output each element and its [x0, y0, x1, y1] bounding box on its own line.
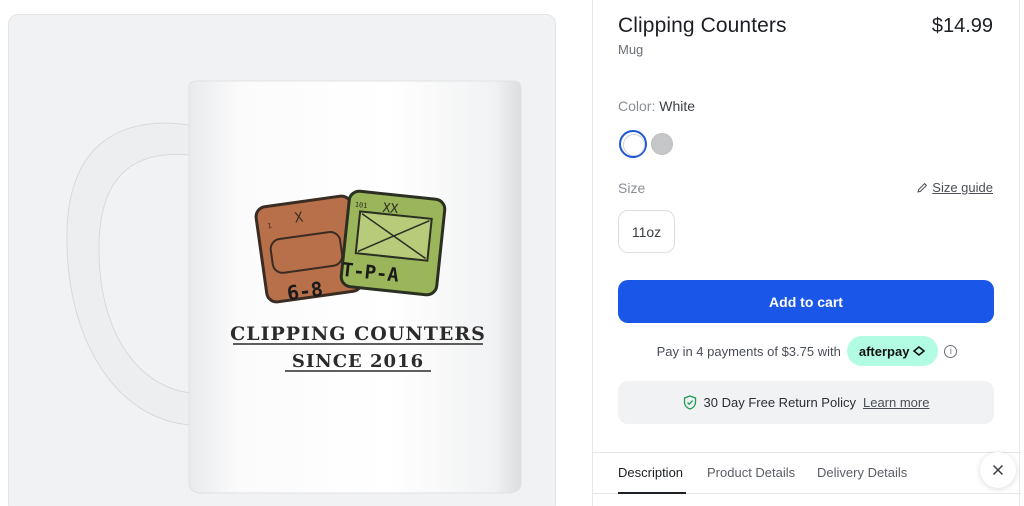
color-swatch-gray[interactable]	[651, 133, 673, 155]
product-type: Mug	[618, 42, 644, 57]
afterpay-arrows-icon	[913, 346, 926, 356]
afterpay-badge[interactable]: afterpay	[846, 336, 939, 366]
color-swatch-white[interactable]	[619, 130, 647, 158]
afterpay-badge-label: afterpay	[858, 343, 910, 359]
mug-text-line1: CLIPPING COUNTERS	[230, 323, 486, 345]
selected-color: White	[659, 98, 696, 114]
close-icon	[992, 464, 1004, 476]
counter-left-label: 6-8	[285, 277, 324, 306]
size-guide-link[interactable]: Size guide	[916, 180, 993, 195]
size-option-11oz[interactable]: 11oz	[618, 210, 675, 253]
product-title: Clipping Counters	[618, 14, 787, 37]
counter-right-number: 101	[354, 201, 367, 210]
shield-check-icon	[683, 395, 696, 410]
afterpay-line: Pay in 4 payments of $3.75 with afterpay…	[593, 336, 1021, 366]
afterpay-text: Pay in 4 payments of $3.75 with	[656, 343, 841, 359]
add-to-cart-button[interactable]: Add to cart	[618, 280, 994, 323]
tab-delivery-details[interactable]: Delivery Details	[817, 465, 907, 480]
size-label: Size	[618, 180, 646, 196]
pencil-icon	[917, 182, 928, 193]
close-button[interactable]	[980, 452, 1016, 488]
product-price: $14.99	[931, 15, 993, 37]
active-tab-indicator	[618, 492, 686, 494]
color-label: Color: White	[618, 98, 696, 114]
return-policy-text: 30 Day Free Return Policy	[703, 395, 856, 410]
return-policy-box: 30 Day Free Return Policy Learn more	[618, 381, 994, 424]
svg-text:XX: XX	[382, 201, 399, 218]
product-tabs: Description Product Details Delivery Det…	[593, 452, 1021, 494]
product-image-panel: X 1 6-8 XX 101 T-P-A CLIPPING COUNTERS S…	[8, 14, 556, 506]
tab-product-details[interactable]: Product Details	[707, 465, 795, 480]
mug-text-line2: SINCE 2016	[292, 351, 424, 372]
learn-more-link[interactable]: Learn more	[863, 395, 929, 410]
size-guide-label: Size guide	[932, 180, 993, 195]
mug-image: X 1 6-8 XX 101 T-P-A CLIPPING COUNTERS S…	[66, 80, 522, 494]
tab-description[interactable]: Description	[618, 465, 683, 480]
info-icon[interactable]: i	[944, 344, 958, 358]
counter-right-graphic: XX 101 T-P-A	[339, 189, 447, 297]
product-info-panel: Clipping Counters Mug $14.99 Color: Whit…	[592, 0, 1021, 506]
